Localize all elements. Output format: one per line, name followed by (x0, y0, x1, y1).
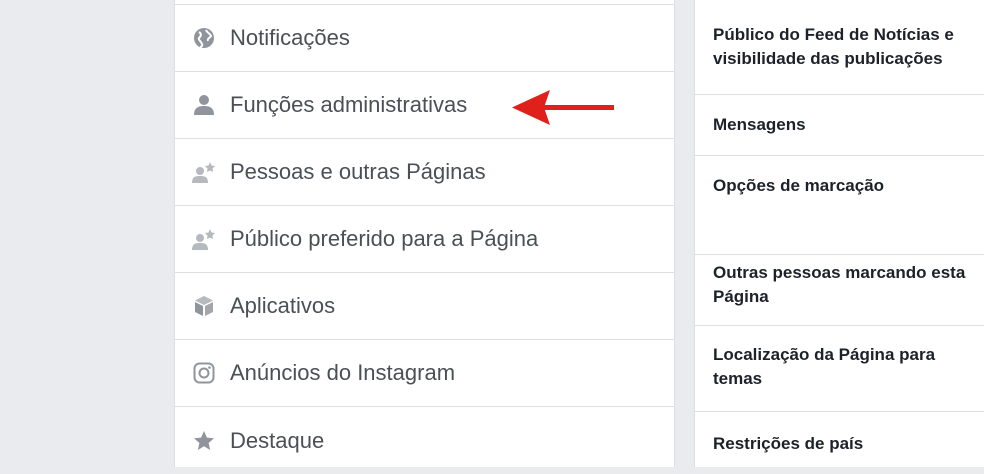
menu-item-label: Público preferido para a Página (230, 226, 539, 251)
setting-label-line: Público do Feed de Notícias e (713, 25, 954, 44)
menu-item-label: Anúncios do Instagram (230, 360, 456, 385)
instagram-icon (192, 361, 216, 385)
setting-label-line: temas (713, 369, 763, 388)
setting-messages[interactable]: Mensagens (695, 95, 984, 156)
menu-item-label: Aplicativos (230, 293, 336, 318)
setting-label-line: Mensagens (713, 115, 806, 134)
setting-label-line: visibilidade das publicações (713, 49, 943, 68)
setting-label-line: Restrições de país (713, 434, 864, 453)
setting-country-restrictions[interactable]: Restrições de país (695, 412, 984, 467)
menu-item-instagram-ads[interactable]: Anúncios do Instagram (175, 340, 674, 407)
settings-menu: Notificações Funções administrativas Pes… (174, 0, 675, 467)
menu-item-label: Funções administrativas (230, 92, 468, 117)
menu-item-label: Pessoas e outras Páginas (230, 159, 486, 184)
setting-label-line: Localização da Página para (713, 345, 936, 364)
menu-item-apps[interactable]: Aplicativos (175, 273, 674, 340)
red-arrow-annotation (512, 90, 614, 125)
menu-item-preferred-audience[interactable]: Público preferido para a Página (175, 206, 674, 273)
star-icon (192, 429, 216, 453)
person-star-icon (192, 227, 216, 251)
menu-item-notifications[interactable]: Notificações (175, 5, 674, 72)
menu-item-label: Notificações (230, 25, 350, 50)
setting-news-feed-audience[interactable]: Público do Feed de Notícias e visibilida… (695, 0, 984, 95)
person-star-icon (192, 160, 216, 184)
setting-tagging-options[interactable]: Opções de marcação (695, 156, 984, 255)
setting-page-location-topics[interactable]: Localização da Página para temas (695, 326, 984, 412)
menu-item-people-pages[interactable]: Pessoas e outras Páginas (175, 139, 674, 206)
menu-item-label: Destaque (230, 427, 325, 453)
globe-icon (192, 26, 216, 50)
cube-icon (192, 294, 216, 318)
setting-others-tagging-page[interactable]: Outras pessoas marcando esta Página (695, 255, 984, 326)
setting-label-line: Outras pessoas marcando esta (713, 263, 966, 282)
menu-item-featured[interactable]: Destaque (175, 407, 674, 474)
setting-label-line: Opções de marcação (713, 176, 885, 195)
setting-label-line: Página (713, 287, 769, 306)
general-settings-panel: Público do Feed de Notícias e visibilida… (694, 0, 984, 467)
person-icon (192, 93, 216, 117)
